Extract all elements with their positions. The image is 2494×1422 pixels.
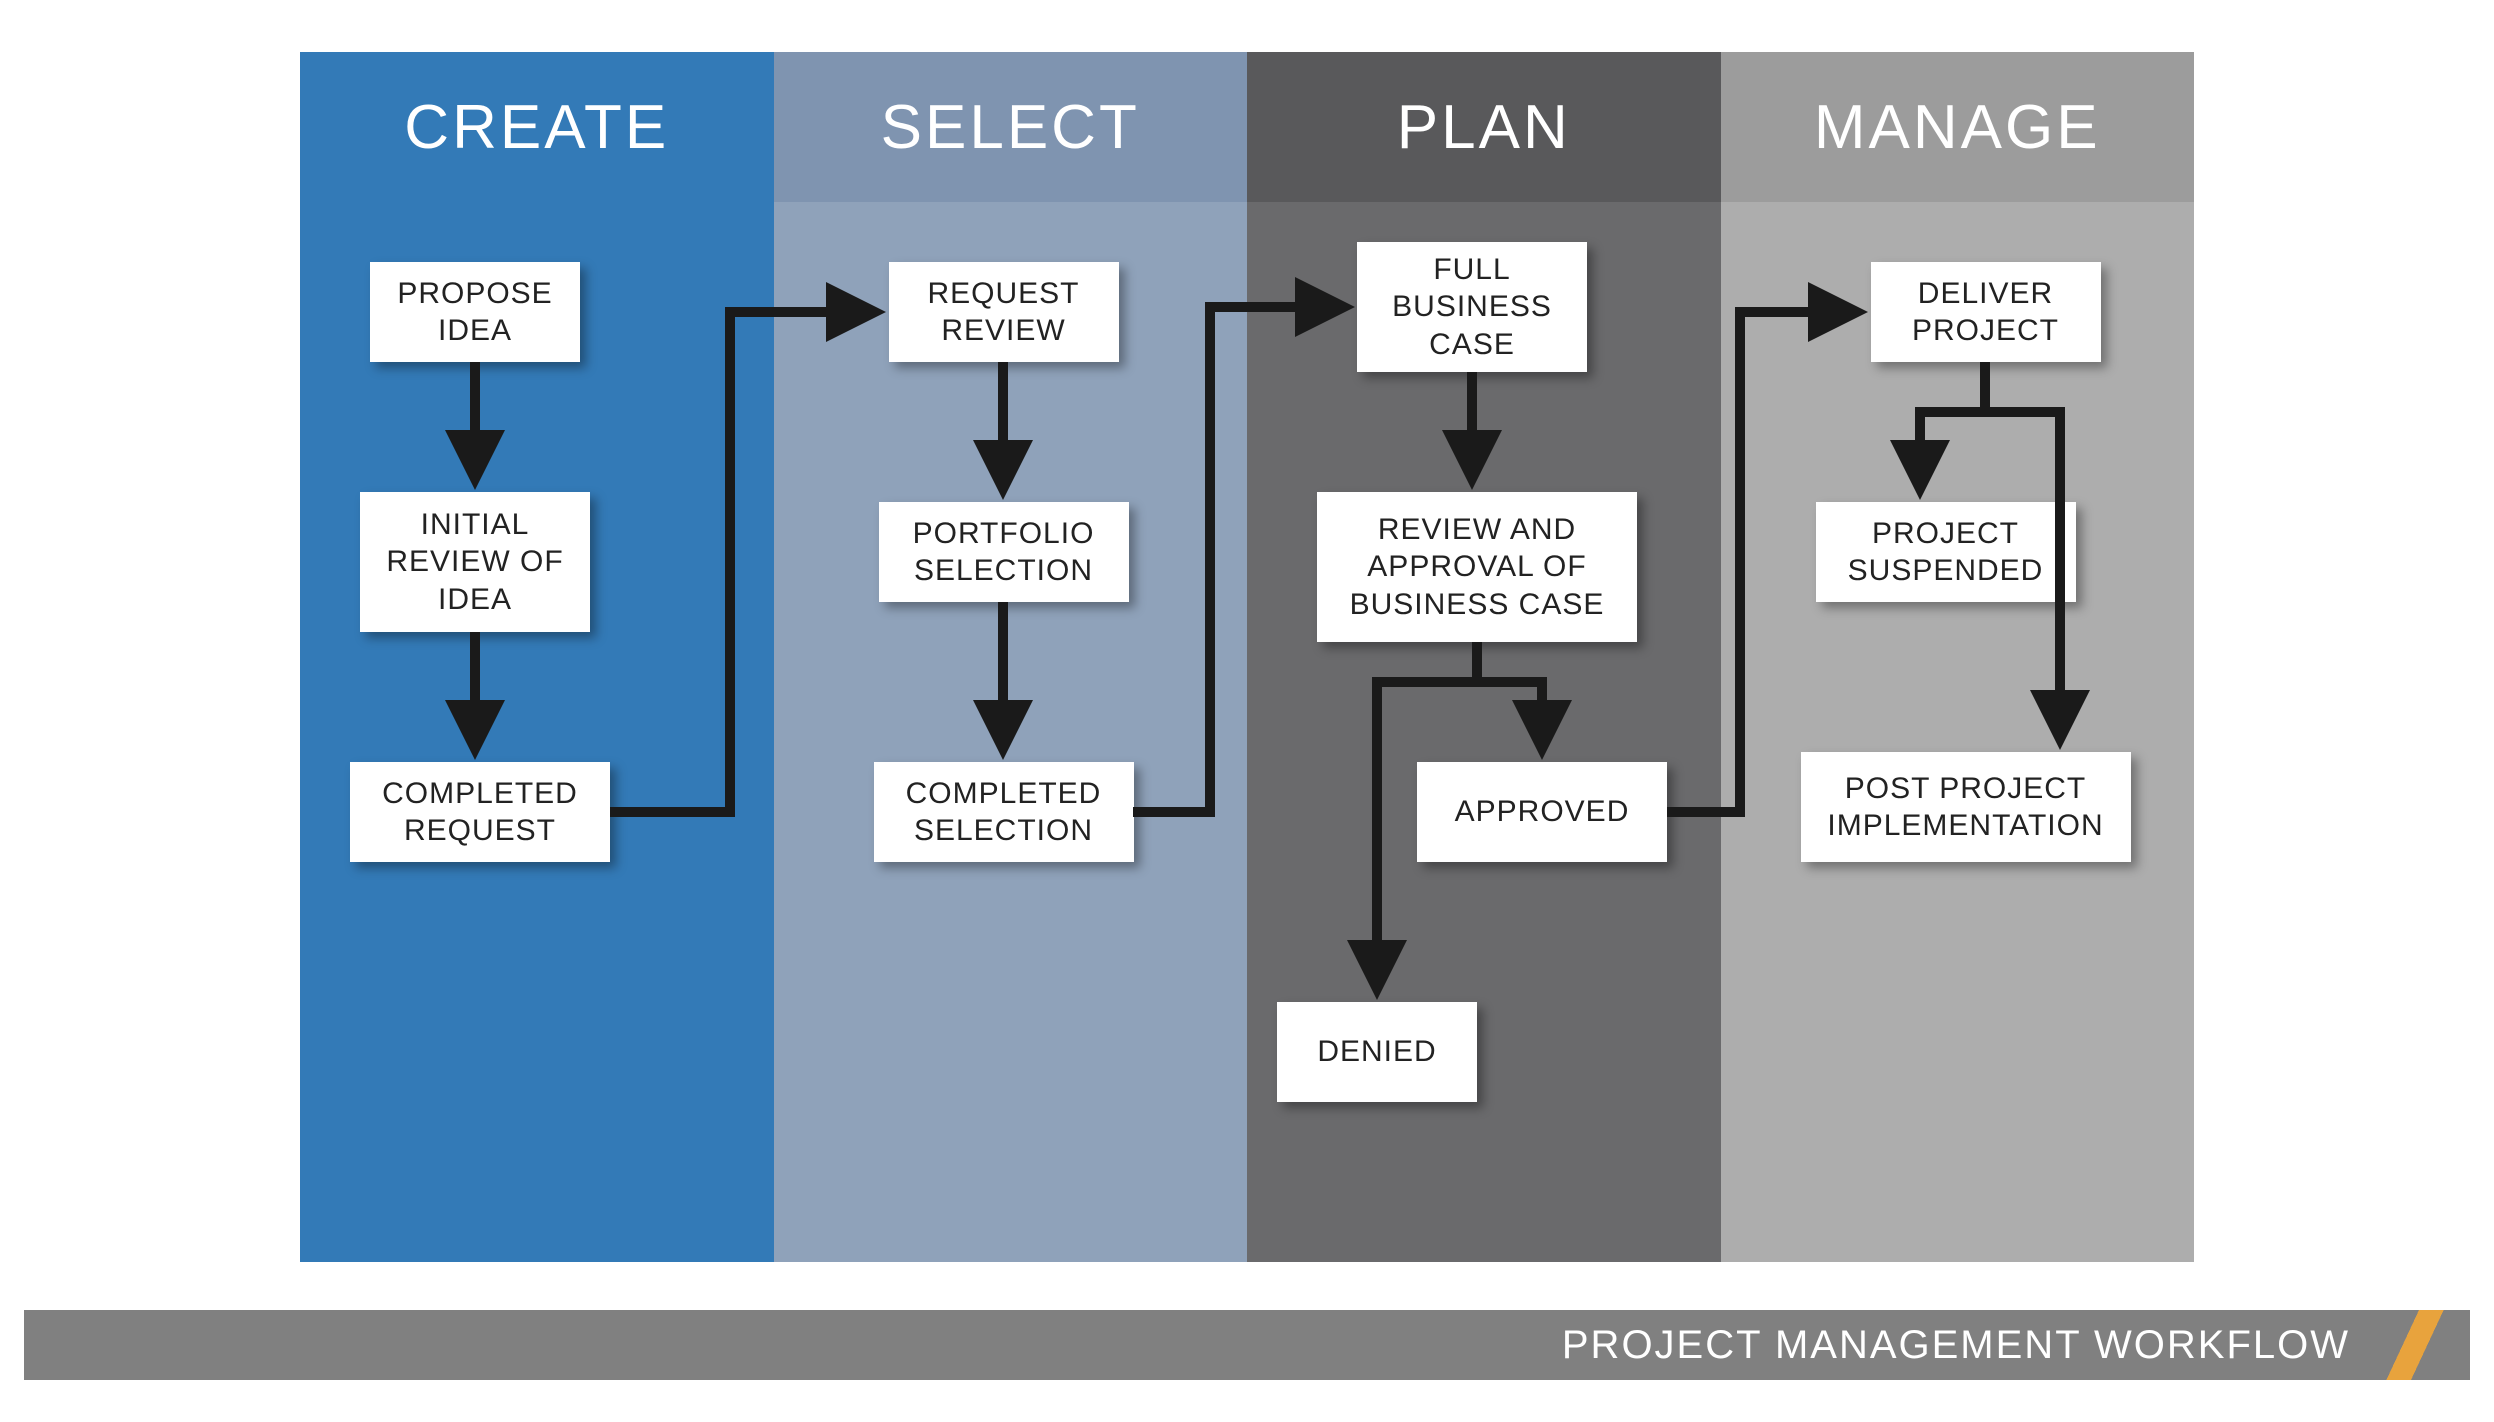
slide-page: CREATE SELECT PLAN MANAGE PROPOSE IDEA I… — [0, 0, 2494, 1422]
box-completed-selection: COMPLETED SELECTION — [874, 762, 1134, 862]
box-project-suspended: PROJECT SUSPENDED — [1816, 502, 2076, 602]
footer-title: PROJECT MANAGEMENT WORKFLOW — [1562, 1323, 2350, 1368]
box-deliver-project: DELIVER PROJECT — [1871, 262, 2101, 362]
box-completed-request: COMPLETED REQUEST — [350, 762, 610, 862]
box-post-impl: POST PROJECT IMPLEMENTATION — [1801, 752, 2131, 862]
lane-headers: CREATE SELECT PLAN MANAGE — [300, 52, 2194, 202]
lane-header-select: SELECT — [774, 52, 1248, 202]
workflow-canvas: CREATE SELECT PLAN MANAGE PROPOSE IDEA I… — [300, 52, 2194, 1262]
box-approved: APPROVED — [1417, 762, 1667, 862]
lane-body-plan: FULL BUSINESS CASE REVIEW AND APPROVAL O… — [1247, 202, 1721, 1262]
lane-body-select: REQUEST REVIEW PORTFOLIO SELECTION COMPL… — [774, 202, 1248, 1262]
box-propose-idea: PROPOSE IDEA — [370, 262, 580, 362]
box-request-review: REQUEST REVIEW — [889, 262, 1119, 362]
lane-header-manage: MANAGE — [1721, 52, 2195, 202]
lane-bodies: PROPOSE IDEA INITIAL REVIEW OF IDEA COMP… — [300, 202, 2194, 1262]
lane-body-create: PROPOSE IDEA INITIAL REVIEW OF IDEA COMP… — [300, 202, 774, 1262]
lane-header-plan: PLAN — [1247, 52, 1721, 202]
footer-bar: PROJECT MANAGEMENT WORKFLOW — [24, 1310, 2470, 1380]
lane-header-create: CREATE — [300, 52, 774, 202]
box-review-approval: REVIEW AND APPROVAL OF BUSINESS CASE — [1317, 492, 1637, 642]
box-full-business-case: FULL BUSINESS CASE — [1357, 242, 1587, 372]
box-denied: DENIED — [1277, 1002, 1477, 1102]
box-portfolio-selection: PORTFOLIO SELECTION — [879, 502, 1129, 602]
box-initial-review: INITIAL REVIEW OF IDEA — [360, 492, 590, 632]
lane-body-manage: DELIVER PROJECT PROJECT SUSPENDED POST P… — [1721, 202, 2195, 1262]
footer-slash-accent — [2380, 1310, 2450, 1380]
